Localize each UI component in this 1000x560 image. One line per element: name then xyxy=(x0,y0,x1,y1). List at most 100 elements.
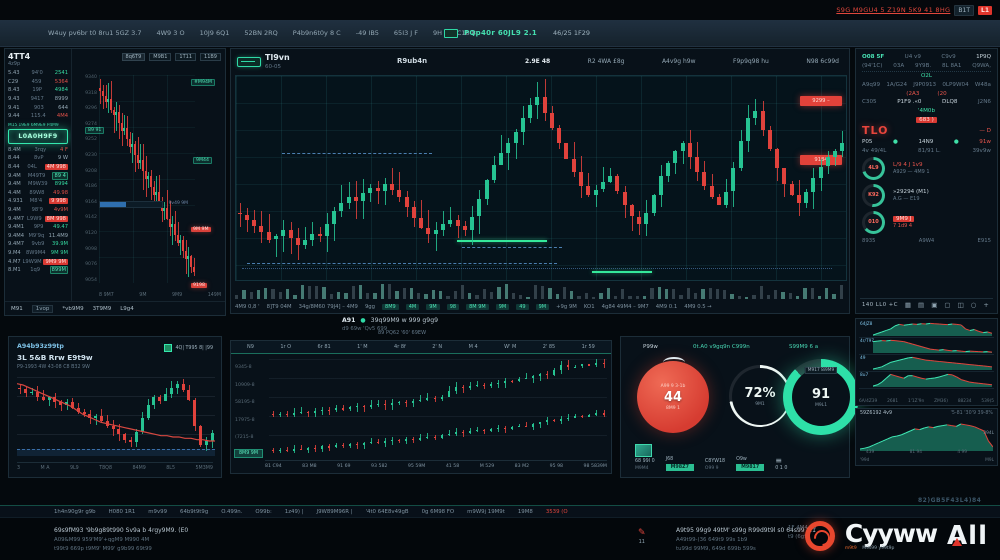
menu-item[interactable]: -49 IB5 xyxy=(356,29,379,37)
toolbar-icon[interactable]: ○ xyxy=(971,301,977,309)
watchlist-row[interactable]: 8.4M3rqy4 F xyxy=(8,146,68,155)
mini-gauge-value: 010 xyxy=(862,211,885,234)
menu-item[interactable]: 65I3 J F xyxy=(394,29,418,37)
legend-sublabel: M9M4 xyxy=(635,466,649,471)
mini-gauge[interactable]: 4L9 xyxy=(862,157,885,180)
watchlist-row[interactable]: 4.M7L9W9M9M9 9M xyxy=(8,257,68,266)
watchlist-row[interactable]: 9.4M19P949.47 xyxy=(8,223,68,232)
mini-chart-tab[interactable]: M9B1 xyxy=(149,53,171,61)
stat-token: ZM36) xyxy=(934,399,948,404)
buy-button[interactable]: L0A0H9F9 xyxy=(8,129,68,144)
sparkline-chart[interactable] xyxy=(873,322,992,336)
axis-badge: 8M9 xyxy=(382,304,399,310)
mini-chart-tab[interactable]: 1T11 xyxy=(175,53,196,61)
toolbar-icon[interactable]: ▤ xyxy=(918,301,924,309)
header-stat: R2 4WA £8g xyxy=(588,58,625,65)
status-item: m9v99 xyxy=(148,509,167,515)
overview-chart[interactable] xyxy=(17,377,215,453)
watchlist-footer: M911vop*vb9M93T9M9L9g4 xyxy=(5,301,225,315)
x-axis-label: 1r O xyxy=(280,344,291,350)
legend-item[interactable]: O9wM9817 xyxy=(736,457,764,471)
candle-body xyxy=(139,160,141,163)
legend-label: 68 99l 0 xyxy=(635,459,655,464)
menu-item[interactable]: W4uy pv6br t0 8ru1 5GZ 3.7 xyxy=(48,29,141,37)
footer-item[interactable]: 1vop xyxy=(32,305,54,313)
menu-item[interactable]: 10J9 6Q1 xyxy=(200,29,230,37)
watchlist-row[interactable]: 5.4394'02541 xyxy=(8,69,68,78)
symbol-subtitle: 4z9p xyxy=(8,61,68,67)
watchlist-row[interactable]: 8.M11q9899M xyxy=(8,266,68,275)
watchlist-row[interactable]: 4.4M89W849.98 xyxy=(8,189,68,198)
watchlist-row[interactable]: 9.4MM9W398994 xyxy=(8,180,68,189)
risk-gauge[interactable]: A99 9 3-1b 44 8M9 1 xyxy=(637,361,709,433)
watchlist-row[interactable]: 9.M48W9M49M 9M xyxy=(8,249,68,258)
toolbar-icon[interactable]: + xyxy=(983,301,988,309)
candle-body xyxy=(630,205,634,217)
candle-wick xyxy=(428,210,429,243)
compare-chart[interactable] xyxy=(269,359,607,453)
watchlist-row[interactable]: 9.4394178999 xyxy=(8,95,68,104)
watchlist-row[interactable]: 8.448vP9 W xyxy=(8,154,68,163)
chart-timeframe[interactable]: 60-05 xyxy=(265,64,281,70)
toolbar-icon[interactable]: ◫ xyxy=(958,301,964,309)
sparkline xyxy=(873,322,992,336)
candle-body xyxy=(623,192,627,206)
mini-gauge[interactable]: K92 xyxy=(862,184,885,207)
legend-item[interactable]: ≡0 1 0 xyxy=(775,458,787,471)
mini-chart-tab[interactable]: 11B9 xyxy=(200,53,221,61)
range-pill[interactable] xyxy=(237,57,261,67)
sparkline-chart[interactable] xyxy=(873,339,992,353)
stat-cell: 0LP9W04 xyxy=(942,82,968,88)
candle-body xyxy=(811,178,815,192)
gauge-value: 91 xyxy=(812,387,830,402)
score-gauge[interactable]: 91M9L1M917 8i9M9 xyxy=(783,359,859,435)
progress-gauge[interactable]: 72%9M1 xyxy=(729,365,791,427)
ticker-price: 4.4M xyxy=(8,190,21,196)
mini-chart-plot[interactable] xyxy=(99,75,195,283)
menu-item[interactable]: 52BN 2RQ xyxy=(244,29,277,37)
legend-item[interactable]: 68 99l 0 M9M4 xyxy=(635,444,655,471)
gauge-sublabel: A.G — E19 xyxy=(893,196,929,202)
watchlist-row[interactable]: 4.931M8'49 998 xyxy=(8,197,68,206)
legend-item[interactable]: C8YW18O99 9 xyxy=(705,459,725,471)
watchlist-mini-chart: 8q6T9M9B11T1111B9 9340931892969274925292… xyxy=(73,49,225,301)
mode-badge[interactable]: B1T xyxy=(954,5,974,16)
legend-item[interactable]: J68M98Z7 xyxy=(666,457,694,471)
watchlist-row[interactable]: C294595364 xyxy=(8,78,68,87)
candle-body xyxy=(483,385,485,386)
watchlist-row[interactable]: 9.4M7L9W98M 998 xyxy=(8,214,68,223)
mini-gauge[interactable]: 010 xyxy=(862,211,885,234)
menu-item[interactable]: P4b9n6t0y 8 C xyxy=(293,29,341,37)
toolbar-icon[interactable]: ▦ xyxy=(905,301,911,309)
watchlist-row[interactable]: 9.44115.44M4 xyxy=(8,112,68,121)
watchlist-row[interactable]: 9.4M98'94v9M xyxy=(8,206,68,215)
price-alert-badge[interactable]: 9299 – xyxy=(800,96,842,106)
area-chart[interactable] xyxy=(860,421,993,451)
watchlist-row[interactable]: 9.4M79vb939.9M xyxy=(8,240,68,249)
mini-chart-tab[interactable]: 8q6T9 xyxy=(122,53,146,61)
candle-body xyxy=(652,195,656,212)
compare-bottom-axis: 81 C9483 M891 6993 58295 59M41 58M 52983… xyxy=(265,460,607,472)
watchlist-row[interactable]: 9.4M4M9'9q11.4M9 xyxy=(8,232,68,241)
sparkline-chart[interactable] xyxy=(873,356,992,370)
live-badge[interactable]: L1 xyxy=(978,6,992,15)
sparkline-chart[interactable] xyxy=(873,373,992,387)
series-b-candles xyxy=(269,409,607,453)
watchlist-row[interactable]: 9.41903644 xyxy=(8,103,68,112)
ticker-name: 8vP xyxy=(34,155,44,161)
candle-body xyxy=(595,363,597,365)
volume-bar xyxy=(687,288,690,299)
overview-checkbox[interactable]: 4Q| T995 8| |99 xyxy=(164,344,214,352)
volume-bar xyxy=(286,289,289,299)
toolbar-icon[interactable]: ▢ xyxy=(944,301,950,309)
candlestick-chart[interactable]: 9299 –9184 xyxy=(235,75,847,281)
watchlist-row[interactable]: 8.4404L4M 998 xyxy=(8,163,68,172)
candle-body xyxy=(166,208,168,219)
watchlist-row[interactable]: 8.4319P4984 xyxy=(8,86,68,95)
volume-bar xyxy=(490,292,493,299)
x-axis-label: 2' N xyxy=(432,344,442,350)
gauges-panel: P99w 0t.A0 v9gq9n C999n S99M9 6 a A99 9 … xyxy=(620,336,850,478)
toolbar-icon[interactable]: ▣ xyxy=(931,301,937,309)
watchlist-row[interactable]: 9.4MM49T989 4 xyxy=(8,171,68,180)
menu-item[interactable]: 4W9 3 O xyxy=(156,29,184,37)
